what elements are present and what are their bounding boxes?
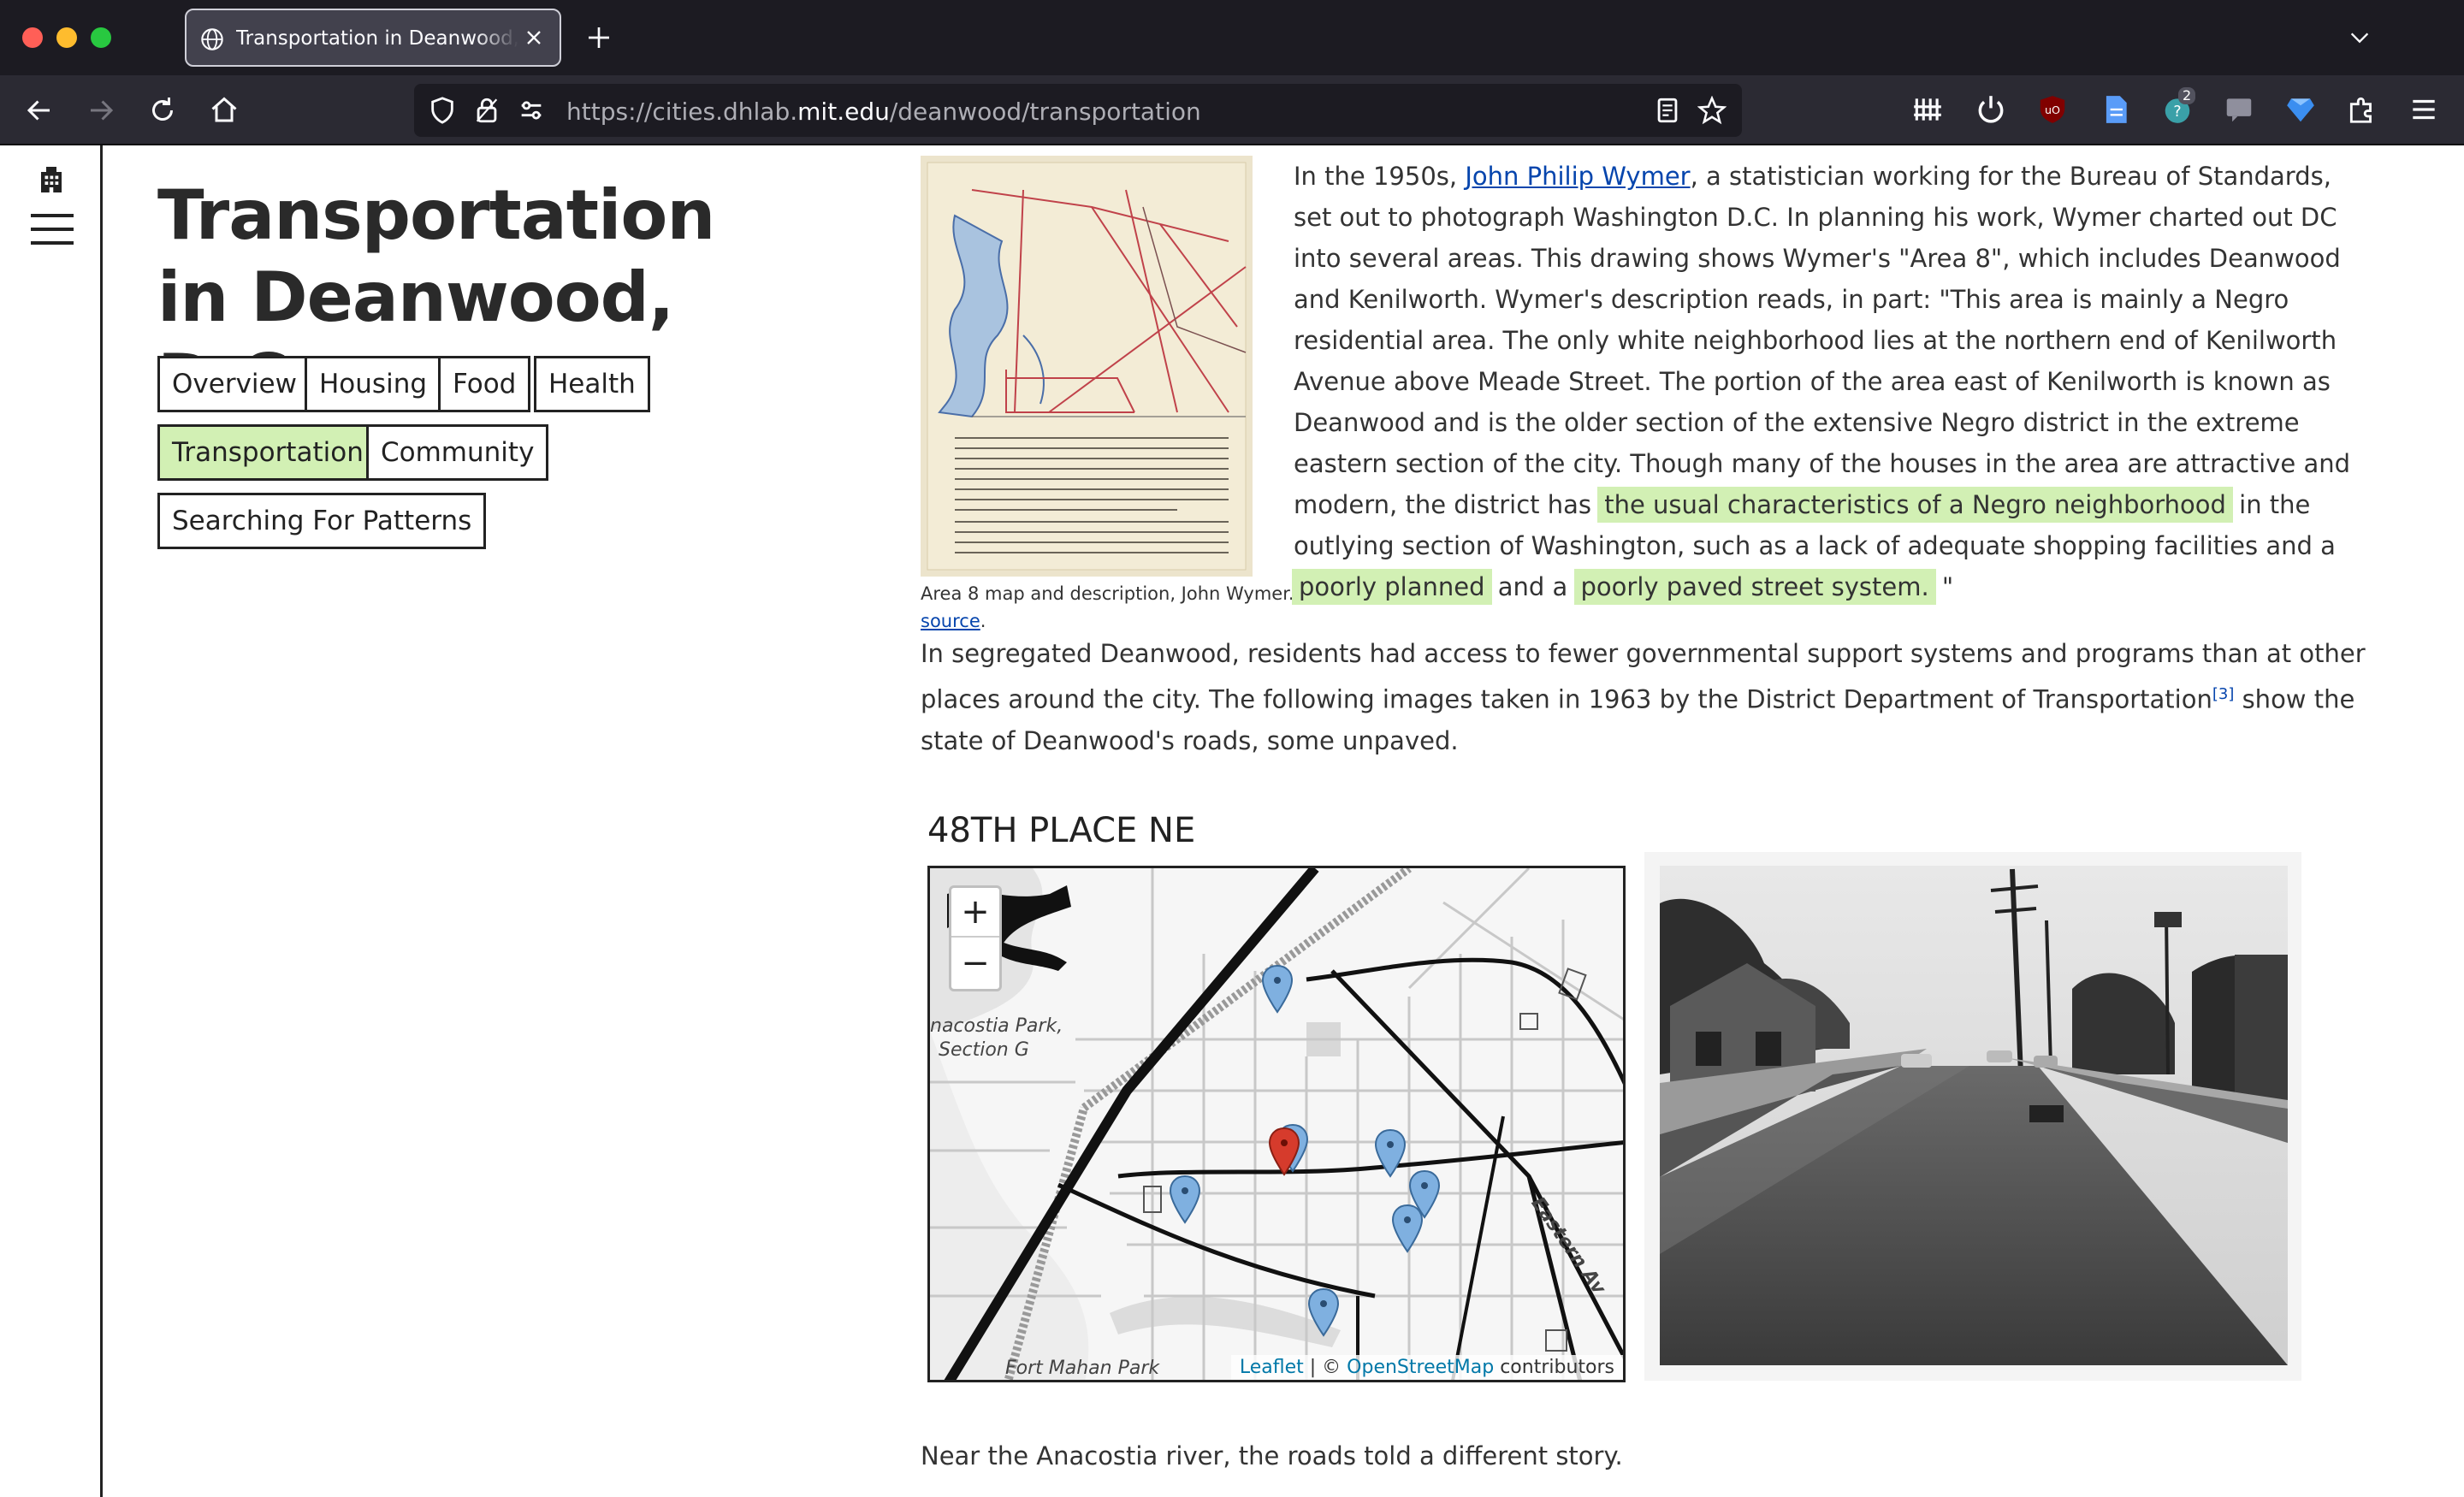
highlight-usual-characteristics[interactable]: the usual characteristics of a Negro nei… [1597, 487, 2233, 523]
nav-button-food[interactable]: Food [438, 356, 531, 412]
map-marker-icon[interactable] [1168, 1175, 1202, 1226]
browser-tab[interactable]: Transportation in Deanwood, D.C. [185, 9, 561, 67]
para1-text-4: " [1934, 572, 1954, 601]
segregation-paragraph: In segregated Deanwood, residents had ac… [921, 633, 2375, 761]
power-icon[interactable] [1975, 93, 2007, 126]
wymer-link[interactable]: John Philip Wymer [1465, 162, 1690, 191]
source-link[interactable]: source [921, 611, 980, 631]
leaflet-link[interactable]: Leaflet [1240, 1357, 1304, 1378]
navigation-toolbar: https://cities.dhlab.mit.edu/deanwood/tr… [0, 75, 2464, 145]
puzzle-icon[interactable] [2346, 93, 2378, 126]
map-marker-icon-selected[interactable] [1267, 1127, 1301, 1178]
forward-arrow-icon[interactable] [86, 95, 116, 126]
para2-text-1: In segregated Deanwood, residents had ac… [921, 639, 2366, 714]
zoom-out-button[interactable]: − [951, 939, 999, 989]
menu-icon[interactable] [2408, 93, 2440, 126]
extension-badge-count: 2 [2178, 87, 2196, 104]
attribution-suffix: contributors [1494, 1357, 1614, 1378]
window-close-button[interactable] [22, 27, 43, 48]
shield-icon[interactable] [428, 96, 457, 125]
anacostia-paragraph: Near the Anacostia river, the roads told… [921, 1441, 1623, 1470]
permissions-icon[interactable] [517, 96, 546, 125]
chevron-down-icon[interactable] [2346, 26, 2373, 50]
highlight-poorly-paved[interactable]: poorly paved street system. [1573, 569, 1936, 605]
window-maximize-button[interactable] [91, 27, 111, 48]
figure-source-suffix: . [980, 611, 986, 631]
highlight-poorly-planned[interactable]: poorly planned [1292, 569, 1492, 605]
url-path: /deanwood/transportation [889, 98, 1201, 126]
map-attribution: Leaflet | © OpenStreetMap contributors [1230, 1355, 1623, 1380]
map-marker-icon[interactable] [1306, 1287, 1341, 1339]
map-label-fort-mahan: Fort Mahan Park [1005, 1358, 1160, 1379]
para1-text-3: and a [1490, 572, 1576, 601]
window-minimize-button[interactable] [56, 27, 77, 48]
tab-title: Transportation in Deanwood, D.C. [236, 27, 518, 50]
nav-button-searching-for-patterns[interactable]: Searching For Patterns [157, 493, 487, 549]
figure-caption: Area 8 map and description, John Wymer. … [921, 580, 1294, 635]
globe-icon [201, 28, 223, 50]
map-marker-icon[interactable] [1260, 964, 1294, 1015]
library-icon[interactable] [1911, 93, 1944, 126]
plus-icon[interactable] [585, 24, 613, 51]
svg-text:uO: uO [2045, 104, 2060, 116]
nav-button-health[interactable]: Health [534, 356, 650, 412]
zoom-control: + − [949, 885, 1002, 991]
url-host: mit.edu [797, 98, 890, 126]
hamburger-icon[interactable] [31, 212, 74, 246]
document-icon[interactable] [2100, 93, 2132, 126]
close-icon[interactable] [522, 26, 546, 50]
section-heading: 48TH PLACE NE [927, 811, 1196, 850]
map-label-park: nacostia Park, [930, 1015, 1063, 1037]
area-8-figure: Area 8 map and description, John Wymer. … [921, 156, 1294, 635]
map-label-section: Section G [939, 1039, 1029, 1061]
web-page: Transportation in Deanwood, D.C. Overvie… [0, 145, 2464, 1497]
url-text[interactable]: https://cities.dhlab.mit.edu/deanwood/tr… [566, 98, 1201, 126]
comment-icon[interactable] [2223, 93, 2255, 126]
reader-view-icon[interactable] [1653, 96, 1682, 125]
building-icon[interactable] [36, 164, 67, 195]
home-icon[interactable] [209, 95, 240, 126]
leaflet-map[interactable]: nacostia Park, Section G Eastern Av Fort… [927, 866, 1626, 1382]
tab-strip: Transportation in Deanwood, D.C. [0, 0, 2464, 75]
street-photo[interactable] [1644, 852, 2301, 1381]
nav-button-transportation[interactable]: Transportation [157, 424, 378, 481]
url-prefix: https://cities.dhlab. [566, 98, 798, 126]
attribution-sep: | © [1303, 1357, 1348, 1378]
site-sidebar [0, 145, 103, 1497]
footnote-ref-3[interactable]: [3] [2212, 685, 2235, 703]
figure-caption-text: Area 8 map and description, John Wymer. [921, 583, 1294, 604]
svg-text:?: ? [2173, 104, 2181, 121]
intro-paragraph: In the 1950s, John Philip Wymer, a stati… [1292, 156, 2377, 607]
para1-text-1: , a statistician working for the Bureau … [1294, 162, 2351, 519]
map-marker-icon[interactable] [1373, 1128, 1407, 1180]
para1-text-0: In the 1950s, [1294, 162, 1466, 191]
map-marker-icon[interactable] [1390, 1204, 1424, 1255]
area-8-map-image[interactable] [921, 156, 1253, 577]
lock-icon[interactable] [472, 96, 501, 125]
nav-button-overview[interactable]: Overview [157, 356, 311, 412]
reload-icon[interactable] [147, 95, 178, 126]
nav-button-housing[interactable]: Housing [305, 356, 442, 412]
back-arrow-icon[interactable] [24, 95, 55, 126]
zoom-in-button[interactable]: + [951, 888, 999, 938]
address-bar[interactable]: https://cities.dhlab.mit.edu/deanwood/tr… [414, 84, 1742, 137]
ublock-icon[interactable]: uO [2036, 93, 2069, 126]
star-icon[interactable] [1697, 96, 1727, 125]
gem-icon[interactable] [2284, 93, 2317, 126]
nav-button-community[interactable]: Community [366, 424, 549, 481]
openstreetmap-link[interactable]: OpenStreetMap [1347, 1357, 1494, 1378]
